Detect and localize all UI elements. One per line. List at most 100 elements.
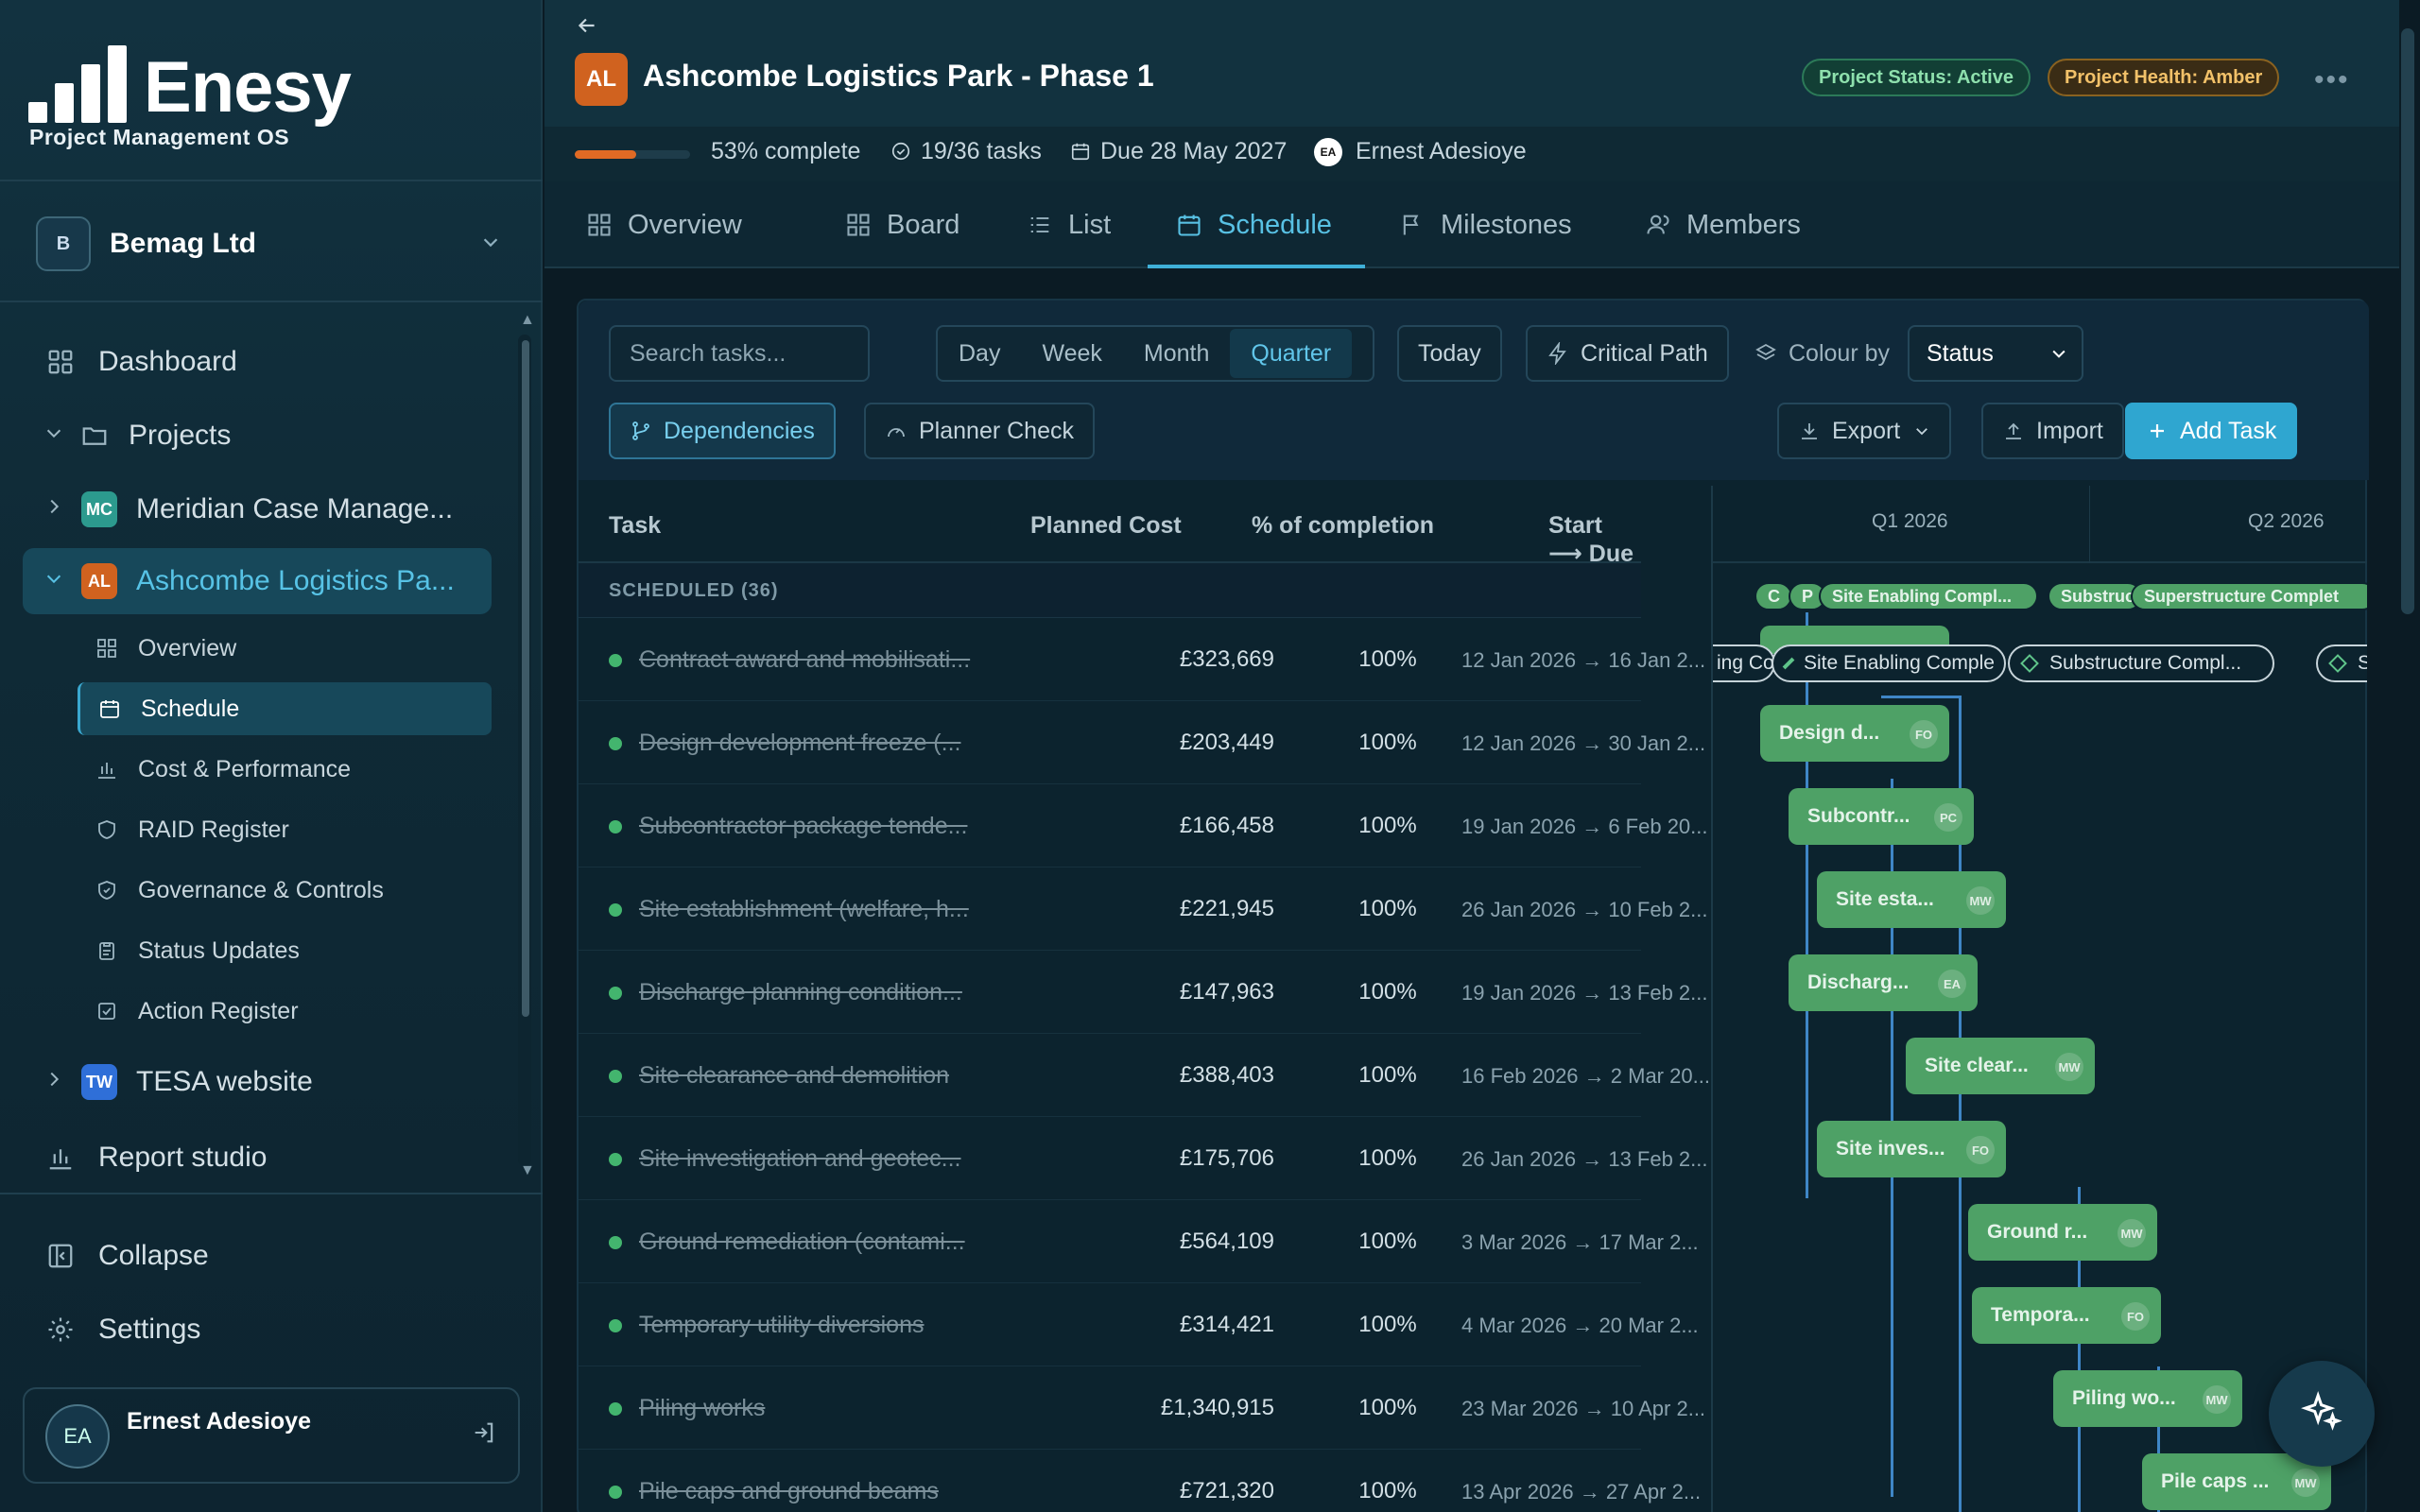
planner-check-button[interactable]: Planner Check [864,403,1095,459]
chevron-right-icon[interactable] [43,496,66,523]
gantt-bar[interactable]: Ground r... MW [1968,1204,2157,1261]
chevron-down-icon[interactable] [43,422,66,449]
tab-schedule[interactable]: Schedule [1176,181,1332,268]
tab-members[interactable]: Members [1645,181,1801,268]
scroll-down-icon[interactable]: ▼ [520,1162,535,1179]
summary-pill[interactable]: Substruc [2048,582,2142,610]
gantt-bar[interactable]: Site esta... MW [1817,871,2006,928]
nav-collapse[interactable]: Collapse [23,1227,492,1285]
table-row[interactable]: Temporary utility diversions £314,421 100%… [579,1283,1699,1366]
page-scrollbar[interactable] [2401,28,2414,614]
scale-day[interactable]: Day [938,329,1021,378]
table-row[interactable]: Contract award and mobilisati... £323,669… [579,618,1705,701]
summary-pill[interactable]: Site Enabling Compl... [1819,582,2038,610]
table-row[interactable]: Design development freeze (... £203,449 10… [579,701,1705,784]
subnav-raid-register[interactable]: RAID Register [78,803,492,856]
gantt-bar[interactable]: Subcontr... PC [1789,788,1974,845]
search-input[interactable]: Search tasks... [609,325,870,382]
nav-dashboard-label: Dashboard [98,346,237,377]
critical-path-button[interactable]: Critical Path [1526,325,1729,382]
more-options-icon[interactable]: ••• [2314,64,2350,96]
tab-milestones[interactable]: Milestones [1399,181,1572,268]
bar-chart-icon [95,757,119,782]
milestone-label[interactable]: Site Enabling Comple [1772,644,2006,682]
nav-projects[interactable]: Projects [23,406,492,465]
column-planned-cost[interactable]: Planned Cost [1030,512,1182,540]
subnav-cost-performance[interactable]: Cost & Performance [78,743,492,796]
nav-dashboard[interactable]: Dashboard [23,333,492,391]
user-card[interactable]: EA Ernest Adesioye [23,1387,520,1484]
subnav-action-register[interactable]: Action Register [78,985,492,1038]
subnav-status-updates[interactable]: Status Updates [78,924,492,977]
status-dot [609,1070,622,1083]
column-task[interactable]: Task [609,512,661,540]
milestone-label[interactable]: Substructure Compl... [2008,644,2274,682]
status-dot [609,1486,622,1499]
ai-assistant-button[interactable] [2269,1361,2375,1467]
gantt-bar[interactable]: Tempora... FO [1972,1287,2161,1344]
summary-pill[interactable]: C [1754,582,1792,610]
scroll-up-icon[interactable]: ▲ [520,312,535,329]
subnav-governance[interactable]: Governance & Controls [78,864,492,917]
back-arrow-icon[interactable] [575,13,599,44]
gantt-bar[interactable]: Design d... FO [1760,705,1949,762]
table-row[interactable]: Site clearance and demolition £388,403 100… [579,1034,1710,1117]
subnav-label: Overview [138,634,237,662]
gantt-bar-label: Design d... [1779,722,1880,744]
milestone-label[interactable]: S [2316,644,2367,682]
subnav-schedule[interactable]: Schedule [78,682,492,735]
org-switcher[interactable]: B Bemag Ltd [21,212,514,276]
export-label: Export [1832,417,1901,444]
nav-project-ashcombe[interactable]: AL Ashcombe Logistics Pa... [23,548,492,614]
task-dates: 19 Jan 2026 → 6 Feb 20... [1461,815,1708,838]
status-dot [609,737,622,750]
scale-month[interactable]: Month [1123,329,1230,378]
critical-path-label: Critical Path [1581,339,1708,367]
task-name[interactable]: Piling works [639,1395,765,1422]
logout-icon[interactable] [471,1419,497,1451]
nav-settings[interactable]: Settings [23,1300,492,1359]
gantt-bar[interactable]: Site inves... FO [1817,1121,2006,1177]
nav-report-studio[interactable]: Report studio [23,1128,492,1187]
scale-quarter[interactable]: Quarter [1230,329,1353,378]
tab-list[interactable]: List [1027,181,1111,268]
add-task-button[interactable]: Add Task [2125,403,2298,459]
table-row[interactable]: Subcontractor package tende... £166,458 10… [579,784,1708,868]
tab-board[interactable]: Board [845,181,959,268]
gantt-bar[interactable]: Discharg... EA [1789,954,1978,1011]
scale-week[interactable]: Week [1021,329,1122,378]
export-button[interactable]: Export [1777,403,1952,459]
column-start-due[interactable]: Start ⟶ Due [1548,512,1641,568]
summary-pill[interactable]: Superstructure Complet [2131,582,2367,610]
health-badge[interactable]: Project Health: Amber [2048,59,2280,96]
chevron-down-icon[interactable] [43,568,66,594]
nav-project-tesa[interactable]: TW TESA website [23,1053,492,1111]
table-row[interactable]: Site establishment (welfare, h... £221,94… [579,868,1708,951]
table-row[interactable]: Pile caps and ground beams £721,320 100% 13… [579,1450,1701,1512]
group-header[interactable]: SCHEDULED (36) [579,563,1641,618]
today-label: Today [1418,339,1481,367]
gantt-bar[interactable]: Piling wo... MW [2053,1370,2242,1427]
gantt-bar[interactable]: Site clear... MW [1906,1038,2095,1094]
divider [0,1193,543,1194]
subnav-overview[interactable]: Overview [78,622,492,675]
project-label: Ashcombe Logistics Pa... [136,565,455,596]
gantt-bar-label: Piling wo... [2072,1387,2176,1409]
brand-logo[interactable]: Enesy [28,43,352,124]
colour-by-select[interactable]: Status [1908,325,2083,382]
today-button[interactable]: Today [1397,325,1502,382]
table-row[interactable]: Ground remediation (contami... £564,109 10… [579,1200,1699,1283]
table-row[interactable]: Piling works £1,340,915 100% 23 Mar 2026 → … [579,1366,1705,1450]
table-row[interactable]: Discharge planning condition... £147,963 1… [579,951,1708,1034]
tab-overview[interactable]: Overview [586,181,742,268]
collapse-icon [45,1241,76,1271]
dependencies-button[interactable]: Dependencies [609,403,836,459]
nav-project-meridian[interactable]: MC Meridian Case Manage... [23,480,492,539]
table-row[interactable]: Site investigation and geotec... £175,706… [579,1117,1708,1200]
import-button[interactable]: Import [1981,403,2124,459]
column-completion[interactable]: % of completion [1252,512,1434,540]
sidebar-scroll-thumb[interactable] [522,340,529,1017]
status-badge[interactable]: Project Status: Active [1802,59,2031,96]
milestone-label[interactable]: ing Co [1713,644,1775,682]
chevron-right-icon[interactable] [43,1069,66,1095]
